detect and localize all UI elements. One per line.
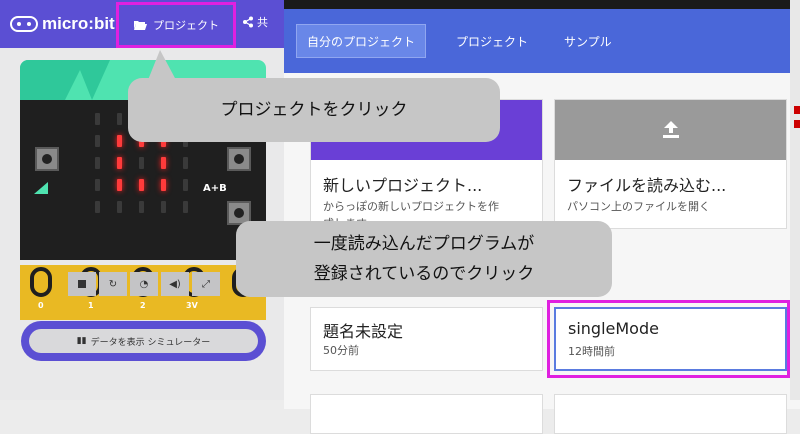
callout-pointers xyxy=(148,50,590,295)
callout-line: 登録されているのでクリック xyxy=(313,264,535,284)
callout-click-project: プロジェクトをクリック xyxy=(128,78,500,142)
project-card[interactable] xyxy=(310,394,543,434)
callout-loaded-program: 一度読み込んだプログラムが 登録されているのでクリック xyxy=(236,221,612,297)
project-card[interactable] xyxy=(554,394,787,434)
callout-line: 一度読み込んだプログラムが xyxy=(313,234,535,254)
